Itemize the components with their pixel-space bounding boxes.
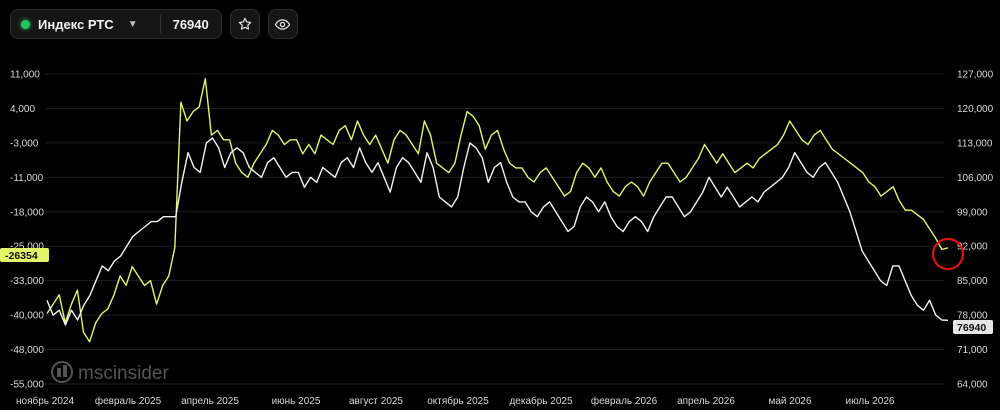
x-axis: ноябрь 2024 февраль 2025 апрель 2025 июнь 2…: [16, 395, 895, 407]
right-tick-label: 106,000: [957, 173, 994, 184]
x-tick-label: декабрь 2025: [509, 395, 573, 407]
x-tick-label: февраль 2025: [95, 395, 162, 407]
left-tick-label: -18,000: [10, 207, 44, 218]
msc-logo-icon: [51, 361, 73, 383]
right-tick-label: 71,000: [957, 345, 988, 356]
watermark: mscinsider: [51, 361, 169, 384]
x-tick-label: май 2026: [768, 396, 811, 407]
right-tick-label: 85,000: [957, 276, 988, 287]
left-value-badge: -26354: [0, 248, 49, 262]
right-tick-label: 127,000: [957, 70, 994, 81]
right-tick-label: 64,000: [957, 380, 988, 391]
x-tick-label: апрель 2025: [181, 396, 239, 407]
right-tick-label: 99,000: [957, 207, 988, 218]
left-tick-label: -48,000: [10, 345, 44, 356]
left-tick-label: -55,000: [10, 380, 44, 391]
left-axis: 11,0004,000-3,000-11,000-18,000-25,000-3…: [10, 70, 44, 391]
series-group: [46, 77, 949, 343]
left-badge-text: -26354: [5, 250, 38, 262]
x-tick-label: август 2025: [349, 396, 403, 407]
watermark-text: mscinsider: [78, 363, 169, 384]
left-tick-label: -33,000: [10, 276, 44, 287]
x-tick-label: апрель 2026: [677, 396, 735, 407]
left-tick-label: -3,000: [10, 138, 39, 149]
left-tick-label: -40,000: [10, 311, 44, 322]
x-tick-label: октябрь 2025: [427, 395, 489, 407]
series-line-yellow: [46, 77, 949, 343]
x-tick-label: июль 2026: [846, 396, 895, 407]
x-tick-label: февраль 2026: [591, 395, 658, 407]
left-tick-label: 11,000: [10, 70, 40, 81]
left-tick-label: 4,000: [10, 104, 35, 115]
series-line-white: [46, 137, 949, 326]
right-tick-label: 78,000: [957, 311, 988, 322]
right-tick-label: 120,000: [957, 104, 994, 115]
price-chart: 11,0004,000-3,000-11,000-18,000-25,000-3…: [0, 70, 994, 407]
right-tick-label: 113,000: [957, 138, 993, 149]
right-axis: 127,000120,000113,000106,00099,00092,000…: [957, 70, 994, 391]
x-tick-label: ноябрь 2024: [16, 395, 74, 407]
right-badge-text: 76940: [957, 322, 986, 334]
x-tick-label: июнь 2025: [272, 396, 321, 407]
left-tick-label: -11,000: [10, 173, 44, 184]
right-value-badge: 76940: [953, 320, 993, 334]
highlight-circle: [931, 237, 965, 271]
